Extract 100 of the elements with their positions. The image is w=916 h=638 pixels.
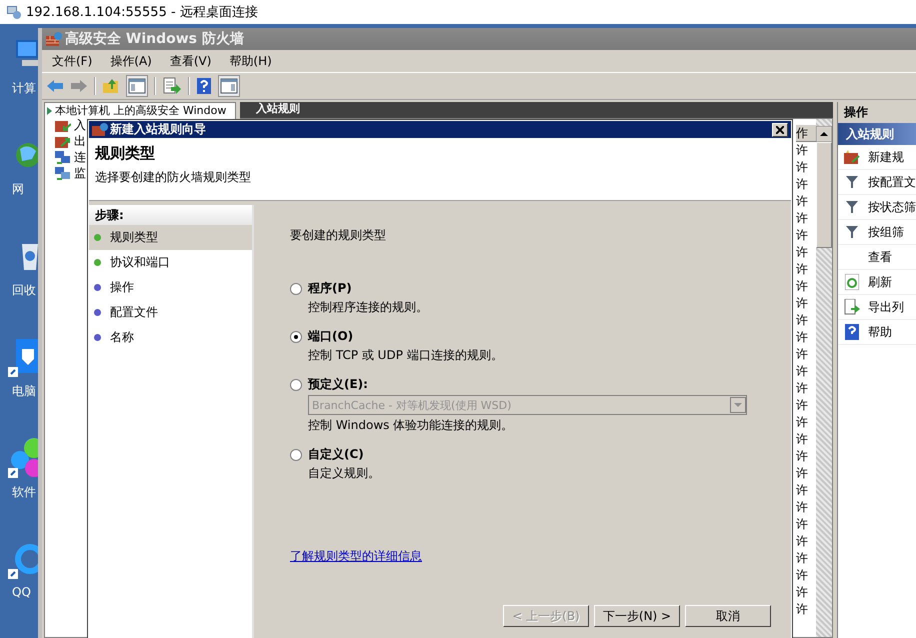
help-icon <box>845 324 859 340</box>
filter-icon <box>845 225 859 239</box>
column-header[interactable]: 作 <box>796 125 816 142</box>
radio-button[interactable] <box>290 448 302 460</box>
step-label: 协议和端口 <box>110 254 170 271</box>
dialog-title: 新建入站规则向导 <box>110 121 207 138</box>
table-cell-text: 许 <box>796 295 809 312</box>
action-link[interactable]: 按状态筛 <box>868 198 916 216</box>
action-link[interactable]: 按组筛 <box>868 224 904 240</box>
option-description: 控制 Windows 体验功能连接的规则。 <box>307 417 514 434</box>
desktop-icon-label: 软件 <box>11 484 36 501</box>
action-link[interactable]: 导出列 <box>868 298 904 316</box>
step-label: 配置文件 <box>110 304 158 321</box>
remote-desktop-icon <box>6 4 22 20</box>
back-arrow-icon[interactable] <box>46 78 64 94</box>
action-link[interactable]: 按配置文 <box>868 174 916 190</box>
tree-item[interactable]: 监 <box>74 164 86 182</box>
table-cell-text: 许 <box>796 159 809 176</box>
radio-button[interactable] <box>290 282 302 294</box>
action-link[interactable]: 刷新 <box>868 274 892 290</box>
computers-icon <box>55 150 71 164</box>
console-title: 高级安全 Windows 防火墙 <box>65 30 244 48</box>
table-cell-text: 许 <box>796 346 809 363</box>
filter-icon <box>845 200 859 214</box>
table-cell-text: 许 <box>796 499 809 516</box>
option-label[interactable]: 预定义(E): <box>308 376 368 393</box>
option-label[interactable]: 端口(O) <box>308 328 354 345</box>
step-item[interactable]: 规则类型 <box>89 225 252 250</box>
table-cell-text: 许 <box>796 363 809 380</box>
folder-icon[interactable] <box>102 77 120 95</box>
close-button[interactable] <box>772 122 788 136</box>
tree-item[interactable]: 出 <box>74 132 86 150</box>
help-icon[interactable] <box>196 77 212 95</box>
table-cell-text: 许 <box>796 261 809 278</box>
firewall-icon <box>46 31 62 47</box>
scroll-up-icon[interactable] <box>816 126 832 142</box>
step-item[interactable]: 协议和端口 <box>89 250 252 275</box>
table-cell-text: 许 <box>796 227 809 244</box>
step-item[interactable]: 操作 <box>89 275 252 300</box>
table-cell-text: 许 <box>796 142 809 159</box>
step-item[interactable]: 配置文件 <box>89 300 252 325</box>
table-cell-text: 许 <box>796 516 809 533</box>
step-label: 名称 <box>110 329 134 346</box>
desktop-icon-label: 计算 <box>11 80 36 97</box>
petals-icon[interactable] <box>8 438 38 478</box>
panel-icon[interactable] <box>218 75 240 97</box>
table-cell-text: 许 <box>796 414 809 431</box>
table-cell-text: 许 <box>796 210 809 227</box>
panel-icon[interactable] <box>126 75 148 97</box>
table-cell-text: 许 <box>796 176 809 193</box>
table-cell-text: 许 <box>796 312 809 329</box>
shield-icon[interactable] <box>8 337 38 377</box>
cancel-button[interactable]: 取消 <box>685 605 771 627</box>
help-link[interactable]: 了解规则类型的详细信息 <box>290 548 422 565</box>
pane-title: 入站规则 <box>256 102 300 115</box>
computers-icon <box>55 166 71 180</box>
page-subheading: 选择要创建的防火墙规则类型 <box>95 169 252 186</box>
prompt-text: 要创建的规则类型 <box>290 227 387 244</box>
window-title: 192.168.1.104:55555 - 远程桌面连接 <box>26 4 258 21</box>
menu-item[interactable]: 文件(F) <box>52 52 92 70</box>
table-cell-text: 许 <box>796 567 809 584</box>
action-link[interactable]: 新建规 <box>868 148 904 166</box>
table-cell-text: 许 <box>796 244 809 261</box>
action-link[interactable]: 帮助 <box>868 324 892 340</box>
tree-item[interactable]: 连 <box>74 148 86 166</box>
table-cell-text: 许 <box>796 584 809 601</box>
desktop-icon-label: 电脑 <box>11 383 36 400</box>
table-cell-text: 许 <box>796 431 809 448</box>
option-description: 控制 TCP 或 UDP 端口连接的规则。 <box>307 347 504 364</box>
radio-button[interactable] <box>290 330 302 342</box>
firewall-icon <box>92 122 108 137</box>
desktop-icon-label: QQ <box>11 585 31 599</box>
table-cell-text: 许 <box>796 482 809 499</box>
option-label[interactable]: 自定义(C) <box>308 446 364 463</box>
next-button[interactable]: 下一步(N) > <box>594 605 680 627</box>
scrollbar[interactable] <box>816 119 832 637</box>
desktop-icon-label: 网 <box>11 181 24 198</box>
option-label[interactable]: 程序(P) <box>308 280 352 297</box>
expand-icon[interactable] <box>47 106 53 116</box>
action-link[interactable]: 查看 <box>868 248 892 266</box>
desktop-icon-label: 回收 <box>11 282 36 299</box>
table-cell-text: 许 <box>796 193 809 210</box>
table-cell-text: 许 <box>796 533 809 550</box>
table-cell-text: 许 <box>796 601 809 618</box>
table-cell-text: 许 <box>796 278 809 295</box>
step-label: 操作 <box>110 279 134 296</box>
export-icon <box>844 299 860 315</box>
menu-item[interactable]: 操作(A) <box>110 52 152 70</box>
filter-icon <box>845 175 859 189</box>
radio-button[interactable] <box>290 378 302 390</box>
table-cell-text: 许 <box>796 380 809 397</box>
option-description: 控制程序连接的规则。 <box>307 299 429 316</box>
table-cell-text: 许 <box>796 397 809 414</box>
step-item[interactable]: 名称 <box>89 325 252 350</box>
menu-item[interactable]: 帮助(H) <box>229 52 272 70</box>
tree-item[interactable]: 本地计算机 上的高级安全 Window <box>55 104 226 117</box>
export-icon[interactable] <box>162 77 182 95</box>
tree-item[interactable]: 入 <box>74 116 86 134</box>
menu-item[interactable]: 查看(V) <box>170 52 212 70</box>
step-label: 规则类型 <box>110 229 158 246</box>
